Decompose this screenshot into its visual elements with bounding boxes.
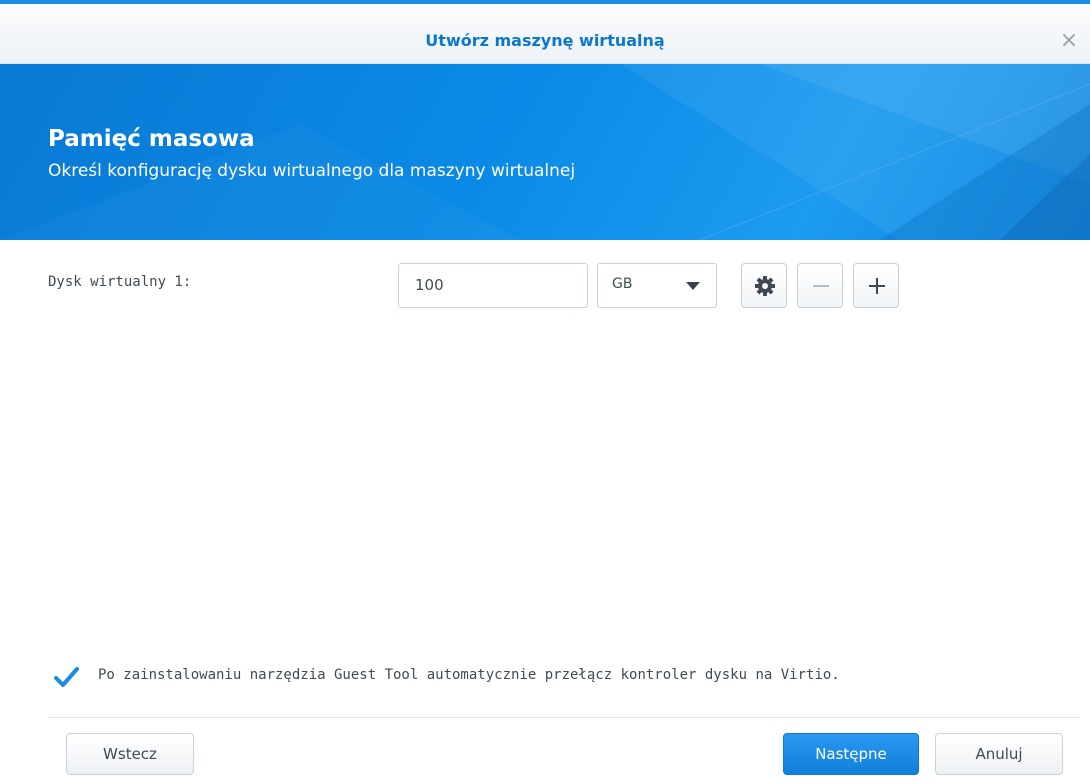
disk-unit-select[interactable]: GB (597, 263, 717, 308)
banner-decoration (620, 64, 1090, 240)
next-button[interactable]: Następne (783, 733, 919, 775)
plus-icon (869, 278, 885, 294)
step-banner: Pamięć masowa Określ konfigurację dysku … (0, 64, 1090, 240)
banner-title: Pamięć masowa (48, 126, 255, 152)
dialog-titlebar: Utwórz maszynę wirtualną × (0, 4, 1090, 64)
remove-disk-button[interactable] (797, 263, 843, 308)
add-disk-button[interactable] (853, 263, 899, 308)
banner-subtitle: Określ konfigurację dysku wirtualnego dl… (48, 161, 576, 181)
checkmark-icon[interactable] (52, 663, 80, 691)
virtual-disk-label: Dysk wirtualny 1: (48, 274, 192, 290)
auto-virtio-label: Po zainstalowaniu narzędzia Guest Tool a… (98, 667, 840, 683)
cancel-button[interactable]: Anuluj (935, 733, 1063, 775)
minus-icon (813, 285, 829, 287)
disk-settings-button[interactable] (741, 263, 787, 308)
chevron-down-icon (686, 282, 700, 290)
back-button[interactable]: Wstecz (66, 733, 194, 775)
disk-unit-value: GB (612, 276, 633, 292)
footer-divider (48, 717, 1080, 718)
create-vm-dialog: Utwórz maszynę wirtualną × Pamięć masowa… (0, 0, 1090, 782)
disk-size-input[interactable]: 100 (398, 263, 588, 308)
dialog-title: Utwórz maszynę wirtualną (425, 31, 665, 50)
close-icon[interactable]: × (1054, 26, 1084, 56)
gear-icon (755, 276, 775, 296)
